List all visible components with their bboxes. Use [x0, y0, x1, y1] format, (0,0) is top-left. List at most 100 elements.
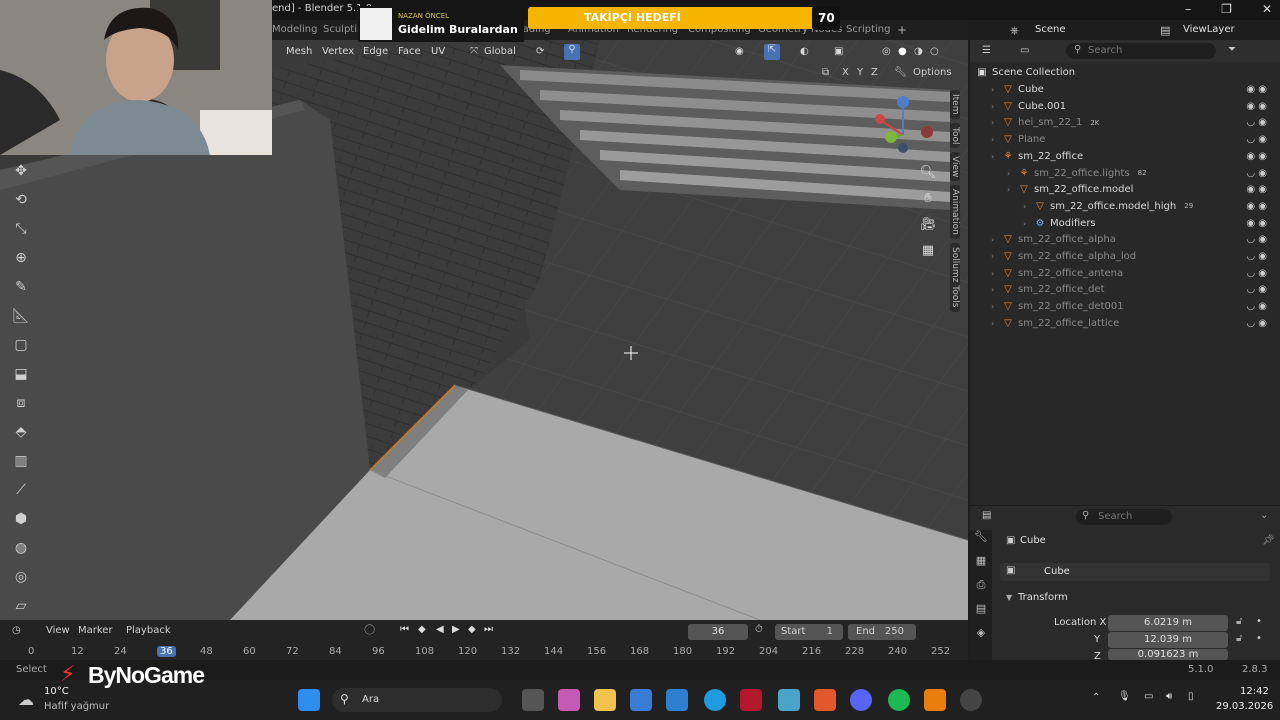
- outliner-row[interactable]: › ▽ sm_22_office_antena ◡ ◉: [975, 265, 1275, 282]
- battery-icon[interactable]: ▯: [1188, 691, 1194, 702]
- output-props-icon[interactable]: ⎙: [970, 578, 992, 602]
- tab-view[interactable]: View: [950, 151, 960, 182]
- visibility-toggle-icon[interactable]: ◉ ◉: [1246, 101, 1267, 112]
- file-explorer-icon[interactable]: [594, 689, 616, 711]
- chevron-down-icon[interactable]: ⌄: [1260, 510, 1268, 521]
- outliner-row[interactable]: › ▽ hei_sm_22_1 2K ◡ ◉: [975, 114, 1275, 131]
- lock-icon[interactable]: 🔓︎: [1236, 633, 1242, 644]
- expand-chevron-icon[interactable]: ›: [991, 319, 1001, 328]
- menu-edge[interactable]: Edge: [363, 46, 388, 57]
- scene-props-icon[interactable]: ◈: [970, 626, 992, 650]
- visibility-toggle-icon[interactable]: ◡ ◉: [1246, 234, 1267, 245]
- poly-build-tool-icon[interactable]: ⬢: [8, 506, 34, 532]
- add-workspace-icon[interactable]: +: [897, 23, 907, 37]
- xray-icon[interactable]: ▣: [834, 46, 843, 57]
- stopwatch-icon[interactable]: ⏱: [755, 624, 763, 635]
- shading-rendered-icon[interactable]: ○: [930, 46, 939, 57]
- expand-chevron-icon[interactable]: ›: [1023, 202, 1033, 211]
- weather-icon[interactable]: ☁︎: [18, 690, 34, 709]
- tab-item[interactable]: Item: [950, 90, 960, 119]
- visibility-toggle-icon[interactable]: ◡ ◉: [1246, 268, 1267, 279]
- jump-end-icon[interactable]: ⏭: [484, 624, 493, 635]
- tab-animation-side[interactable]: Animation: [950, 185, 960, 240]
- visibility-toggle-icon[interactable]: ◡ ◉: [1246, 134, 1267, 145]
- shear-tool-icon[interactable]: ▱: [8, 593, 34, 619]
- spotify-icon[interactable]: [888, 689, 910, 711]
- expand-chevron-icon[interactable]: ›: [991, 85, 1001, 94]
- outliner-row[interactable]: › ▽ sm_22_office_alpha_lod ◡ ◉: [975, 248, 1275, 265]
- move-tool-icon[interactable]: ✥: [8, 158, 34, 184]
- transform-tool-icon[interactable]: ⊕: [8, 245, 34, 271]
- minimize-icon[interactable]: –: [1185, 2, 1191, 16]
- measure-tool-icon[interactable]: 📐︎: [8, 303, 34, 329]
- outliner-search-field[interactable]: ⚲ Search: [1066, 43, 1216, 59]
- object-name-field[interactable]: ▣ Cube: [1000, 563, 1270, 581]
- outliner-row[interactable]: › ⚙ Modifiers ◉ ◉: [975, 215, 1275, 232]
- outliner-row[interactable]: › ▽ Cube.001 ◉ ◉: [975, 98, 1275, 115]
- shading-solid-icon[interactable]: ●: [898, 46, 907, 57]
- copilot-icon[interactable]: [558, 689, 580, 711]
- expand-chevron-icon[interactable]: ›: [1023, 219, 1033, 228]
- tab-tool[interactable]: Tool: [950, 122, 960, 148]
- axis-y[interactable]: Y: [857, 67, 863, 78]
- shading-material-icon[interactable]: ◑: [914, 46, 923, 57]
- timeline-editor-icon[interactable]: ◷: [12, 625, 21, 636]
- blender-icon[interactable]: [924, 689, 946, 711]
- visibility-toggle-icon[interactable]: ◡ ◉: [1246, 168, 1267, 179]
- expand-chevron-icon[interactable]: ›: [991, 235, 1001, 244]
- taskbar-search[interactable]: ⚲ Ara: [332, 688, 502, 712]
- visibility-toggle-icon[interactable]: ◉ ◉: [1246, 151, 1267, 162]
- prev-key-icon[interactable]: ◆: [418, 624, 426, 635]
- app-icon[interactable]: [778, 689, 800, 711]
- grid-toggle-icon[interactable]: ▦: [918, 243, 938, 263]
- axis-x[interactable]: X: [842, 67, 849, 78]
- properties-editor-type-icon[interactable]: ▤: [982, 510, 991, 521]
- wrench-icon[interactable]: 🔧︎: [894, 67, 907, 78]
- brave-icon[interactable]: [814, 689, 836, 711]
- visibility-icon[interactable]: ◉: [735, 46, 744, 57]
- outliner-row[interactable]: › ▽ sm_22_office_det001 ◡ ◉: [975, 298, 1275, 315]
- start-frame-field[interactable]: Start 1: [775, 624, 843, 640]
- play-reverse-icon[interactable]: ◀: [436, 624, 444, 635]
- next-key-icon[interactable]: ◆: [468, 624, 476, 635]
- store-icon[interactable]: [630, 689, 652, 711]
- end-frame-field[interactable]: End 250: [848, 624, 916, 640]
- add-cube-tool-icon[interactable]: ▢: [8, 332, 34, 358]
- task-view-icon[interactable]: [522, 689, 544, 711]
- inset-tool-icon[interactable]: ⧈: [8, 390, 34, 416]
- gizmo-toggle-icon[interactable]: ⇱: [764, 44, 780, 60]
- outliner-row[interactable]: › ▽ sm_22_office.model_high 29 ◉ ◉: [975, 198, 1275, 215]
- expand-chevron-icon[interactable]: ›: [991, 252, 1001, 261]
- render-props-icon[interactable]: ▦: [970, 554, 992, 578]
- discord-icon[interactable]: [850, 689, 872, 711]
- visibility-toggle-icon[interactable]: ◡ ◉: [1246, 251, 1267, 262]
- tab-sollumz-tools[interactable]: Sollumz Tools: [950, 243, 960, 312]
- mirror-icon[interactable]: ⧉: [822, 67, 829, 78]
- volume-icon[interactable]: 🔊︎: [1166, 691, 1172, 702]
- scale-tool-icon[interactable]: ⤡: [8, 216, 34, 242]
- outliner-row[interactable]: › ⚘ sm_22_office ◉ ◉: [975, 148, 1275, 165]
- expand-chevron-icon[interactable]: ›: [991, 302, 1001, 311]
- outliner-row[interactable]: › ▽ sm_22_office.model ◉ ◉: [975, 181, 1275, 198]
- scene-selector[interactable]: Scene: [1035, 24, 1066, 35]
- timeline-menu-marker[interactable]: Marker: [78, 625, 113, 636]
- annotate-tool-icon[interactable]: ✎: [8, 274, 34, 300]
- location-z-field[interactable]: 0.091623 m: [1108, 649, 1228, 660]
- outliner-editor-type-icon[interactable]: ☰: [982, 45, 991, 56]
- timeline-ruler[interactable]: 0 12 24 36 48 60 72 84 96 108 120 132 144 156 168 180 19…: [0, 644, 968, 660]
- edge-icon[interactable]: [704, 689, 726, 711]
- camera-icon[interactable]: 🎥︎: [918, 217, 938, 237]
- visibility-toggle-icon[interactable]: ◡ ◉: [1246, 301, 1267, 312]
- viewlayer-selector[interactable]: ViewLayer: [1183, 24, 1235, 35]
- auto-key-icon[interactable]: ◯: [364, 624, 375, 635]
- clock-time[interactable]: 12:42: [1240, 686, 1269, 697]
- pivot-icon[interactable]: ⟳: [536, 46, 544, 57]
- spin-tool-icon[interactable]: ◍: [8, 535, 34, 561]
- current-frame-field[interactable]: 36: [688, 624, 748, 640]
- outliner-row[interactable]: › ▽ sm_22_office_alpha ◡ ◉: [975, 231, 1275, 248]
- adobe-icon[interactable]: [740, 689, 762, 711]
- expand-chevron-icon[interactable]: ›: [991, 102, 1001, 111]
- shading-wireframe-icon[interactable]: ◎: [882, 46, 891, 57]
- menu-uv[interactable]: UV: [431, 46, 445, 57]
- keyframe-dot-icon[interactable]: •: [1256, 616, 1262, 627]
